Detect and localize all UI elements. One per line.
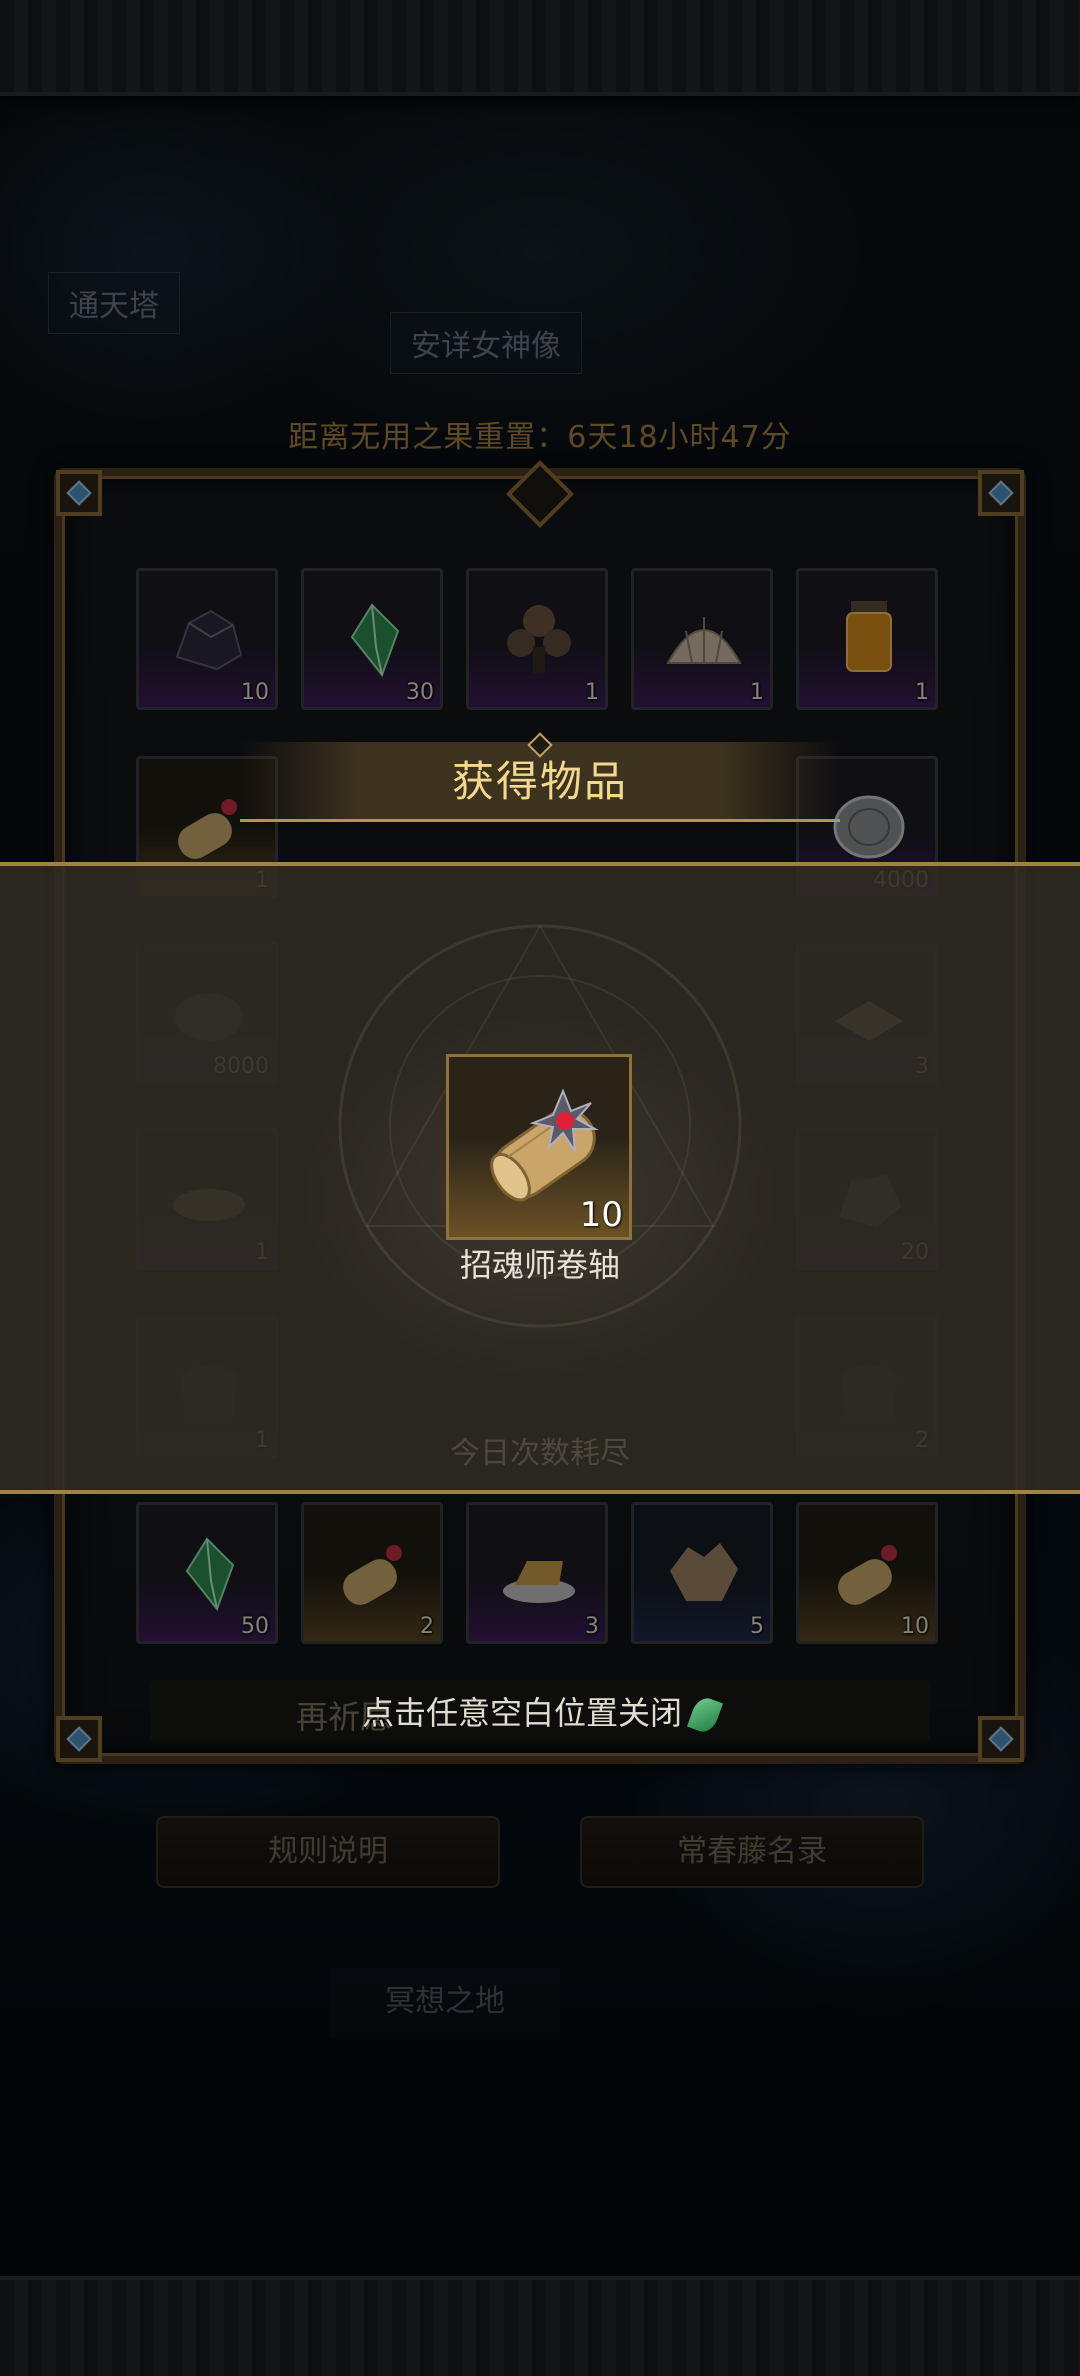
leaf-icon bbox=[686, 1694, 724, 1736]
reward-item-name: 招魂师卷轴 bbox=[459, 1246, 620, 1284]
today-limit-text: 今日次数耗尽 bbox=[450, 1436, 630, 1471]
reward-quantity: 10 bbox=[579, 1195, 623, 1235]
reward-item-slot[interactable]: 10 bbox=[446, 1054, 632, 1240]
close-hint-text: 点击任意空白位置关闭 bbox=[361, 1694, 682, 1732]
close-hint[interactable]: 点击任意空白位置关闭 bbox=[0, 1688, 1080, 1736]
